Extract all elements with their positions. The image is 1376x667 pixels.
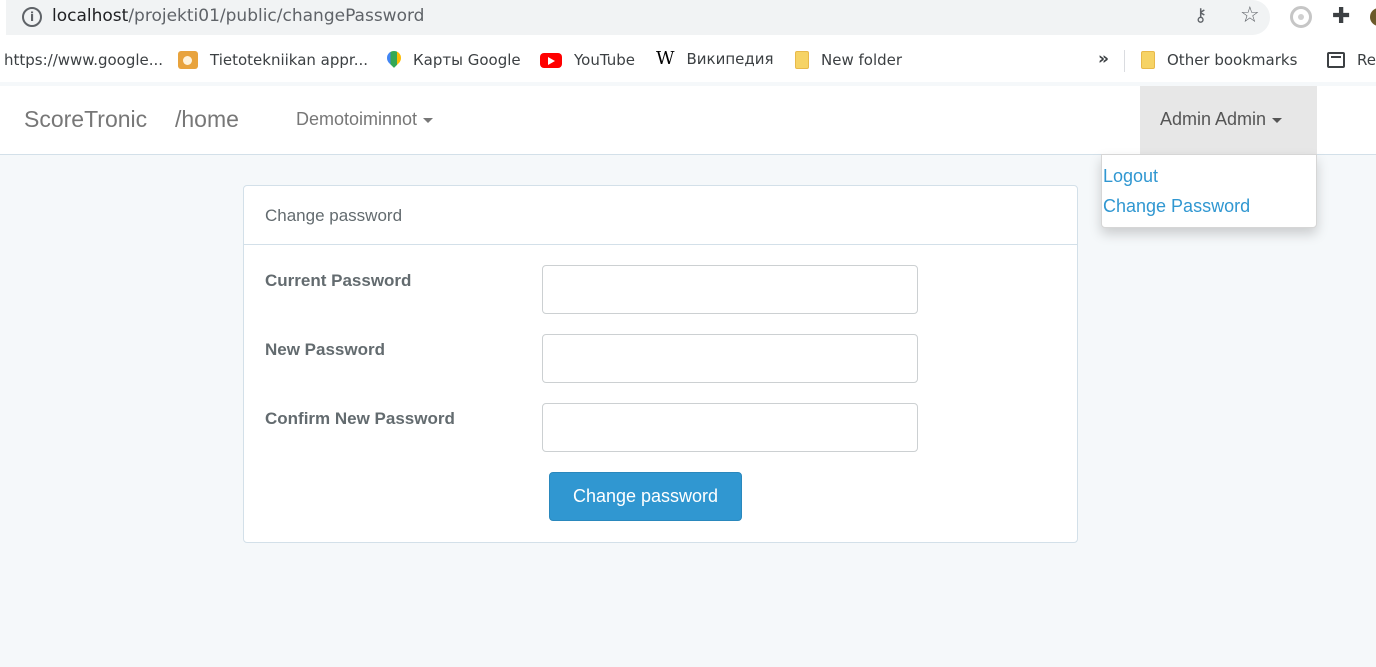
bookmark-google[interactable]: https://www.google... — [4, 51, 163, 69]
brand-link[interactable]: ScoreTronic — [24, 106, 147, 133]
user-name-label: Admin Admin — [1160, 109, 1267, 129]
url-text[interactable]: localhost/projekti01/public/changePasswo… — [52, 6, 424, 26]
browser-toolbar: i localhost/projekti01/public/changePass… — [0, 0, 1376, 38]
url-path: /projekti01/public/changePassword — [128, 6, 425, 26]
maps-icon — [387, 51, 401, 69]
bookmark-label: Tietotekniikan appr... — [210, 51, 369, 69]
reading-list-label: Re — [1357, 51, 1376, 69]
reading-list[interactable]: Re — [1327, 51, 1376, 69]
reading-list-icon — [1327, 52, 1345, 68]
extension-icon[interactable] — [1290, 6, 1312, 28]
url-host: localhost — [52, 6, 129, 26]
panel-title: Change password — [265, 206, 403, 225]
bookmarks-bar: https://www.google... Tietotekniikan app… — [0, 38, 1376, 82]
home-link[interactable]: /home — [175, 106, 239, 133]
tietotekniikka-icon — [178, 51, 198, 69]
user-name: Admin Admin — [1160, 109, 1283, 130]
change-password-button[interactable]: Change password — [549, 472, 742, 521]
bookmark-wikipedia[interactable]: W Википедия — [656, 48, 774, 69]
other-bookmarks[interactable]: Other bookmarks — [1141, 51, 1297, 69]
key-icon[interactable]: ⚷ — [1194, 5, 1207, 26]
bookmark-youtube[interactable]: YouTube — [540, 51, 635, 69]
confirm-password-label: Confirm New Password — [265, 409, 455, 428]
confirm-password-input[interactable] — [542, 403, 918, 452]
current-password-label: Current Password — [265, 271, 412, 290]
bookmark-label: Википедия — [686, 49, 774, 68]
puzzle-icon[interactable]: ✚ — [1332, 4, 1350, 29]
wikipedia-icon: W — [656, 48, 675, 69]
change-password-panel: Change password Current Password New Pas… — [243, 185, 1078, 543]
demo-menu-toggle[interactable]: Demotoiminnot — [296, 109, 434, 130]
bookmarks-overflow-button[interactable]: » — [1098, 49, 1109, 69]
profile-icon[interactable] — [1370, 8, 1376, 26]
bookmark-label: YouTube — [574, 51, 635, 69]
user-menu-toggle[interactable]: Admin Admin — [1140, 86, 1317, 154]
bookmarks-divider — [1124, 50, 1125, 72]
folder-icon — [795, 51, 809, 69]
user-dropdown-menu: Logout Change Password — [1101, 154, 1317, 228]
app-navbar: ScoreTronic /home Demotoiminnot Admin Ad… — [0, 86, 1376, 155]
change-password-link[interactable]: Change Password — [1103, 196, 1250, 217]
panel-heading: Change password — [244, 186, 1077, 245]
bookmark-label: Карты Google — [413, 51, 521, 69]
caret-down-icon — [423, 117, 434, 123]
other-bookmarks-label: Other bookmarks — [1167, 51, 1298, 69]
info-icon[interactable]: i — [22, 7, 42, 27]
demo-menu-label: Demotoiminnot — [296, 109, 418, 129]
star-icon[interactable]: ☆ — [1240, 3, 1260, 28]
bookmark-maps[interactable]: Карты Google — [387, 51, 521, 69]
address-bar[interactable]: i localhost/projekti01/public/changePass… — [6, 0, 1270, 35]
folder-icon — [1141, 51, 1155, 69]
current-password-input[interactable] — [542, 265, 918, 314]
new-password-input[interactable] — [542, 334, 918, 383]
logout-link[interactable]: Logout — [1103, 166, 1158, 187]
bookmark-label: New folder — [821, 51, 903, 69]
bookmark-label: https://www.google... — [4, 51, 164, 69]
caret-down-icon — [1272, 117, 1283, 123]
bookmark-tietotekniikka[interactable]: Tietotekniikan appr... — [178, 51, 368, 69]
youtube-icon — [540, 52, 562, 68]
bookmark-new-folder[interactable]: New folder — [795, 51, 902, 69]
new-password-label: New Password — [265, 340, 385, 359]
